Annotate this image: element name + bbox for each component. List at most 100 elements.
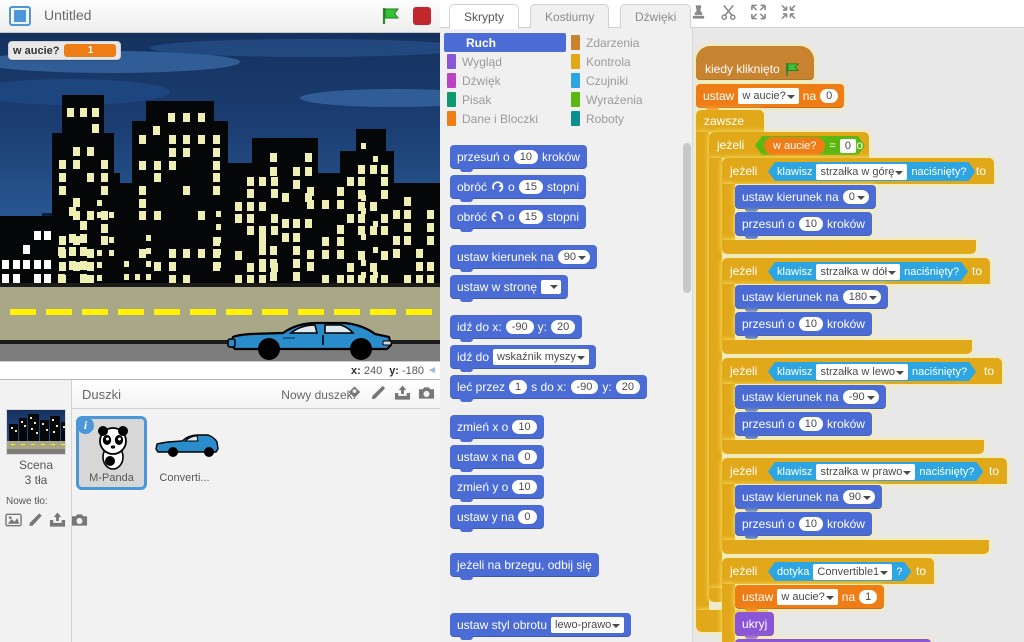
block-dropdown[interactable] — [541, 280, 561, 294]
block-number-input[interactable]: 0 — [518, 450, 536, 464]
category-wyra-enia[interactable]: Wyrażenia — [568, 90, 690, 109]
category-kontrola[interactable]: Kontrola — [568, 52, 690, 71]
block-point-in-direction[interactable]: ustaw kierunek na 180 — [735, 285, 888, 309]
block-number-input[interactable]: 15 — [519, 210, 543, 224]
palette-block-goto[interactable]: idź do wskaźnik myszy — [450, 345, 596, 369]
fullscreen-icon[interactable] — [9, 6, 31, 26]
block-if-touching[interactable]: jeżeli dotyka Convertible1? to — [722, 558, 934, 584]
tab-dzwieki[interactable]: Dźwięki — [620, 4, 691, 29]
block-number-input[interactable]: 10 — [799, 517, 823, 531]
palette-scrollbar[interactable] — [683, 143, 691, 293]
block-number-input[interactable]: 10 — [514, 150, 538, 164]
choose-backdrop-icon[interactable] — [5, 511, 22, 529]
palette-block-change_x[interactable]: zmień x o 10 — [450, 415, 544, 439]
block-set-variable[interactable]: ustaw w aucie? na 0 — [696, 84, 844, 108]
block-dropdown[interactable]: 0 — [843, 190, 869, 204]
grow-icon[interactable] — [750, 3, 767, 21]
block-dropdown[interactable]: 180 — [843, 290, 881, 304]
block-number-input[interactable]: 10 — [512, 420, 536, 434]
hat-when-flag-clicked[interactable]: kiedy kliknięto — [696, 46, 814, 80]
palette-block-bounce[interactable]: jeżeli na brzegu, odbij się — [450, 553, 599, 577]
category-ruch[interactable]: Ruch — [444, 33, 566, 52]
block-move-steps[interactable]: przesuń o 10 kroków — [735, 212, 872, 236]
upload-sprite-icon[interactable] — [394, 384, 411, 402]
block-if-key-pressed[interactable]: jeżeli klawisz strzałka w górę naciśnięty? t… — [722, 158, 994, 184]
palette-block-turn_ccw[interactable]: obróć o 15 stopni — [450, 205, 586, 229]
category-pisak[interactable]: Pisak — [444, 90, 566, 109]
block-number-input[interactable]: 10 — [799, 317, 823, 331]
block-number-input[interactable]: -90 — [571, 380, 599, 394]
block-dropdown[interactable]: 90 — [558, 250, 590, 264]
block-number-input[interactable]: 15 — [519, 180, 543, 194]
palette-block-set_x[interactable]: ustaw x na 0 — [450, 445, 544, 469]
camera-sprite-icon[interactable] — [418, 384, 435, 402]
block-number-input[interactable]: 20 — [551, 320, 575, 334]
category-czujniki[interactable]: Czujniki — [568, 71, 690, 90]
sensing-touching[interactable]: dotyka Convertible1? — [768, 562, 911, 581]
block-palette[interactable]: Ruch Zdarzenia Wygląd Kontrola Dźwięk Czujnik… — [440, 28, 693, 642]
paint-sprite-icon[interactable] — [370, 384, 387, 402]
block-if-key-pressed[interactable]: jeżeli klawisz strzałka w prawo naciśnięty?… — [722, 458, 1007, 484]
block-if-key-pressed[interactable]: jeżeli klawisz strzałka w dół naciśnięty? to — [722, 258, 990, 284]
block-number-input[interactable]: 10 — [799, 217, 823, 231]
block-set-variable-1[interactable]: ustaw w aucie? na 1 — [735, 585, 884, 609]
category-dane-i-bloczki[interactable]: Dane i Bloczki — [444, 109, 566, 128]
palette-block-point_to[interactable]: ustaw w stronę — [450, 275, 568, 299]
sensing-key-pressed[interactable]: klawisz strzałka w prawo naciśnięty? — [768, 462, 983, 481]
sensing-key-pressed[interactable]: klawisz strzałka w górę naciśnięty? — [768, 162, 975, 181]
scissors-icon[interactable] — [720, 3, 737, 21]
green-flag-icon[interactable] — [381, 6, 401, 26]
key-dropdown[interactable]: strzałka w prawo — [816, 464, 915, 480]
variable-monitor[interactable]: w aucie? 1 — [8, 41, 121, 60]
block-number-input[interactable]: 0 — [820, 89, 838, 103]
block-dropdown[interactable]: 90 — [843, 490, 875, 504]
convertible-sprite[interactable] — [225, 315, 395, 361]
block-hide[interactable]: ukryj — [735, 612, 774, 636]
tab-skrypty[interactable]: Skrypty — [449, 4, 519, 29]
category-wygl-d[interactable]: Wygląd — [444, 52, 566, 71]
block-number-input[interactable]: 10 — [799, 417, 823, 431]
touching-target-dropdown[interactable]: Convertible1 — [813, 564, 892, 580]
block-dropdown[interactable]: -90 — [843, 390, 879, 404]
block-forever-top[interactable]: zawsze — [696, 110, 764, 132]
block-point-in-direction[interactable]: ustaw kierunek na -90 — [735, 385, 886, 409]
block-number-input[interactable]: 0 — [518, 510, 536, 524]
block-point-in-direction[interactable]: ustaw kierunek na 0 — [735, 185, 876, 209]
palette-block-set_y[interactable]: ustaw y na 0 — [450, 505, 544, 529]
collapse-icon[interactable]: ◄ — [427, 366, 437, 376]
block-number-input[interactable]: 20 — [616, 380, 640, 394]
palette-block-rot_style[interactable]: ustaw styl obrotu lewo-prawo — [450, 613, 631, 637]
category-zdarzenia[interactable]: Zdarzenia — [568, 33, 690, 52]
palette-block-move[interactable]: przesuń o 10 kroków — [450, 145, 587, 169]
block-number-input[interactable]: 10 — [512, 480, 536, 494]
block-move-steps[interactable]: przesuń o 10 kroków — [735, 412, 872, 436]
sprite-card-panda[interactable]: i M-Panda — [77, 417, 146, 489]
block-dropdown[interactable]: w aucie? — [777, 589, 837, 605]
category-roboty[interactable]: Roboty — [568, 109, 690, 128]
camera-backdrop-icon[interactable] — [71, 511, 88, 529]
block-dropdown[interactable]: wskaźnik myszy — [493, 349, 589, 365]
paint-backdrop-icon[interactable] — [27, 511, 44, 529]
tab-kostiumy[interactable]: Kostiumy — [530, 4, 609, 29]
key-dropdown[interactable]: strzałka w lewo — [816, 364, 908, 380]
key-dropdown[interactable]: strzałka w dół — [816, 264, 900, 280]
sprite-card-convertible[interactable]: Converti... — [150, 417, 219, 489]
stage-canvas[interactable]: w aucie? 1 — [0, 33, 440, 361]
script-canvas[interactable]: kiedy kliknięto ustaw w aucie? na 0 zawsze jeż… — [693, 28, 1024, 642]
block-number-input[interactable]: -90 — [506, 320, 534, 334]
block-move-steps[interactable]: przesuń o 10 kroków — [735, 512, 872, 536]
sensing-key-pressed[interactable]: klawisz strzałka w lewo naciśnięty? — [768, 362, 976, 381]
stamp-icon[interactable] — [690, 3, 707, 21]
palette-block-turn_cw[interactable]: obróć o 15 stopni — [450, 175, 586, 199]
variable-reporter[interactable]: w aucie? — [764, 137, 825, 155]
palette-block-glide[interactable]: leć przez 1 s do x: -90 y: 20 — [450, 375, 647, 399]
choose-sprite-icon[interactable] — [346, 384, 363, 402]
stop-icon[interactable] — [413, 7, 431, 25]
category-d-wi-k[interactable]: Dźwięk — [444, 71, 566, 90]
operator-equals[interactable]: w aucie? = 0 — [755, 136, 865, 155]
sensing-key-pressed[interactable]: klawisz strzałka w dół naciśnięty? — [768, 262, 968, 281]
block-if-key-pressed[interactable]: jeżeli klawisz strzałka w lewo naciśnięty? t… — [722, 358, 1002, 384]
block-dropdown[interactable]: w aucie? — [738, 88, 798, 104]
stage-selector[interactable]: Scena 3 tła Nowe tło: — [0, 380, 72, 642]
palette-block-change_y[interactable]: zmień y o 10 — [450, 475, 544, 499]
